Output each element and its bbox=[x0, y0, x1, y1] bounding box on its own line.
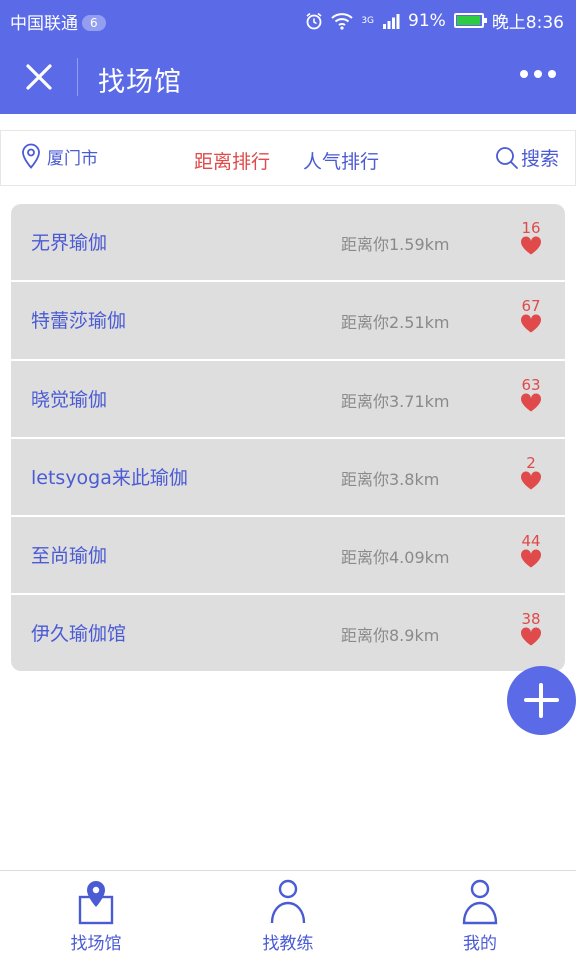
alarm-icon bbox=[306, 12, 322, 29]
venue-row[interactable]: 晓觉瑜伽 距离你3.71km 63 bbox=[11, 361, 565, 439]
venue-map-pin-icon bbox=[78, 881, 114, 925]
search-icon bbox=[496, 146, 518, 169]
venue-name: 伊久瑜伽馆 bbox=[31, 623, 127, 646]
heart-icon bbox=[520, 549, 542, 568]
title-divider bbox=[77, 58, 78, 96]
heart-icon bbox=[520, 314, 542, 333]
venue-name: 无界瑜伽 bbox=[31, 232, 108, 254]
heart-icon bbox=[520, 627, 542, 646]
venue-name: 晓觉瑜伽 bbox=[31, 388, 108, 411]
add-venue-button[interactable] bbox=[507, 666, 576, 735]
status-bar: 中国联通 6 3G 91% 晚上8:36 bbox=[0, 0, 576, 40]
venue-row[interactable]: 无界瑜伽 距离你1.59km 16 bbox=[11, 204, 565, 283]
like-counter[interactable]: 67 bbox=[519, 298, 543, 333]
battery-percent: 91% bbox=[408, 10, 446, 31]
search-button[interactable]: 搜索 bbox=[495, 144, 559, 171]
more-dots-icon[interactable] bbox=[520, 70, 556, 78]
venue-distance: 距离你3.8km bbox=[341, 469, 440, 489]
heart-icon bbox=[520, 236, 542, 255]
like-counter[interactable]: 38 bbox=[519, 611, 543, 646]
venue-list: 无界瑜伽 距离你1.59km 16 特蕾莎瑜伽 距离你2.51km 67 晓觉瑜… bbox=[11, 204, 565, 672]
nav-item-me[interactable]: 我的 bbox=[420, 877, 540, 954]
venue-row[interactable]: 伊久瑜伽馆 距离你8.9km 38 bbox=[11, 595, 565, 671]
nav-label-venue: 找场馆 bbox=[70, 934, 122, 954]
close-icon[interactable] bbox=[22, 60, 56, 94]
signal-icon bbox=[383, 13, 400, 29]
title-bar: 找场馆 bbox=[0, 40, 576, 114]
tab-distance-rank[interactable]: 距离排行 bbox=[194, 147, 270, 174]
wifi-icon bbox=[331, 12, 353, 30]
notification-badge: 6 bbox=[82, 15, 106, 31]
like-count: 44 bbox=[521, 532, 541, 551]
status-right: 3G 91% 晚上8:36 bbox=[305, 8, 564, 33]
venue-distance: 距离你1.59km bbox=[341, 235, 450, 254]
venue-name: 特蕾莎瑜伽 bbox=[31, 310, 127, 333]
carrier-info: 中国联通 6 bbox=[10, 9, 106, 34]
nav-label-coach: 找教练 bbox=[262, 934, 314, 954]
city-selector[interactable]: 厦门市 bbox=[21, 143, 98, 169]
filter-bar: 厦门市 距离排行 人气排行 搜索 bbox=[0, 130, 576, 186]
like-counter[interactable]: 63 bbox=[519, 377, 543, 412]
nav-label-me: 我的 bbox=[463, 934, 497, 954]
venue-row[interactable]: letsyoga来此瑜伽 距离你3.8km 2 bbox=[11, 439, 565, 518]
venue-distance: 距离你2.51km bbox=[341, 313, 450, 333]
like-count: 67 bbox=[521, 297, 541, 316]
like-counter[interactable]: 16 bbox=[519, 220, 543, 255]
like-count: 63 bbox=[521, 375, 541, 394]
location-pin-icon bbox=[22, 143, 40, 169]
page-title: 找场馆 bbox=[98, 67, 182, 98]
carrier-name: 中国联通 bbox=[10, 14, 78, 34]
venue-name: 至尚瑜伽 bbox=[31, 545, 108, 568]
tab-popularity-rank[interactable]: 人气排行 bbox=[303, 147, 379, 174]
like-count: 2 bbox=[526, 453, 536, 472]
clock: 晚上8:36 bbox=[491, 13, 564, 33]
venue-row[interactable]: 至尚瑜伽 距离你4.09km 44 bbox=[11, 517, 565, 596]
bottom-nav: 找场馆 找教练 我的 bbox=[0, 870, 576, 960]
like-count: 38 bbox=[521, 610, 541, 629]
venue-row[interactable]: 特蕾莎瑜伽 距离你2.51km 67 bbox=[11, 282, 565, 361]
heart-icon bbox=[520, 393, 542, 412]
coach-person-icon bbox=[270, 879, 306, 924]
search-label: 搜索 bbox=[520, 148, 559, 170]
user-profile-icon bbox=[462, 879, 498, 925]
venue-distance: 距离你3.71km bbox=[341, 391, 450, 411]
city-label: 厦门市 bbox=[47, 148, 98, 169]
like-counter[interactable]: 2 bbox=[519, 455, 543, 490]
heart-icon bbox=[520, 471, 542, 490]
network-type: 3G bbox=[361, 15, 375, 26]
venue-distance: 距离你4.09km bbox=[341, 548, 450, 568]
like-counter[interactable]: 44 bbox=[519, 533, 543, 568]
venue-distance: 距离你8.9km bbox=[341, 626, 440, 646]
like-count: 16 bbox=[521, 219, 541, 237]
nav-item-venue[interactable]: 找场馆 bbox=[36, 877, 156, 954]
battery-icon bbox=[453, 13, 487, 28]
nav-item-coach[interactable]: 找教练 bbox=[228, 877, 348, 954]
venue-name: letsyoga来此瑜伽 bbox=[31, 466, 188, 489]
